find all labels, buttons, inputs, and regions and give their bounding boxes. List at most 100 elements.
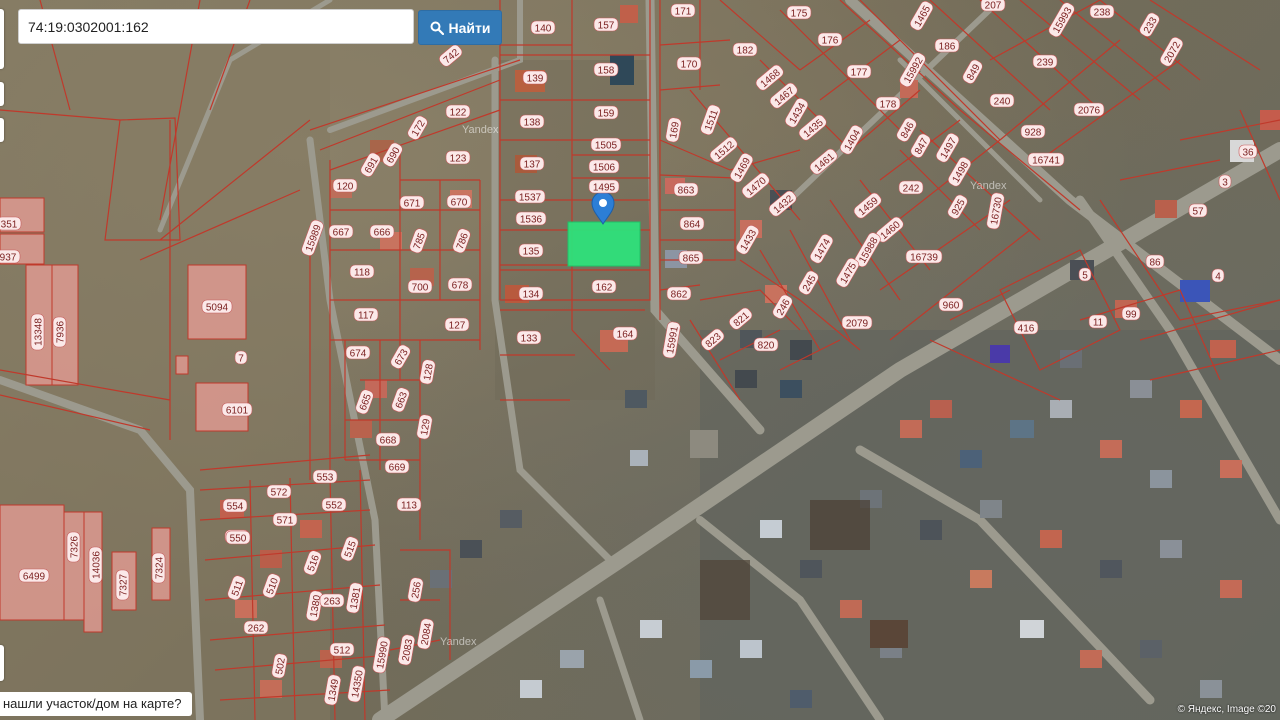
- parcel-label-207[interactable]: 207: [980, 0, 1006, 12]
- parcel-label-133[interactable]: 133: [516, 330, 542, 345]
- parcel-label-256[interactable]: 256: [407, 577, 424, 603]
- parcel-label-36[interactable]: 36: [1238, 144, 1258, 159]
- parcel-label-15993[interactable]: 15993: [1047, 1, 1077, 39]
- parcel-label-113[interactable]: 113: [396, 497, 422, 512]
- parcel-label-7324[interactable]: 7324: [151, 552, 166, 584]
- parcel-label-2072[interactable]: 2072: [1158, 36, 1185, 69]
- parcel-label-158[interactable]: 158: [593, 62, 619, 77]
- parcel-label-238[interactable]: 238: [1089, 4, 1115, 19]
- parcel-label-233[interactable]: 233: [1138, 11, 1162, 39]
- parcel-label-3[interactable]: 3: [1218, 174, 1232, 189]
- parcel-label-172[interactable]: 172: [406, 114, 430, 142]
- parcel-label-416[interactable]: 416: [1013, 320, 1039, 335]
- parcel-label-7326[interactable]: 7326: [66, 531, 81, 563]
- parcel-label-14036[interactable]: 14036: [88, 546, 103, 584]
- parcel-label-1475[interactable]: 1475: [834, 257, 861, 290]
- parcel-label-2084[interactable]: 2084: [416, 618, 436, 650]
- parcel-label-678[interactable]: 678: [447, 277, 473, 292]
- parcel-label-1465[interactable]: 1465: [908, 0, 935, 32]
- parcel-label-127[interactable]: 127: [444, 317, 470, 332]
- parcel-label-2076[interactable]: 2076: [1073, 102, 1105, 117]
- parcel-label-7936[interactable]: 7936: [52, 316, 67, 348]
- parcel-label-849[interactable]: 849: [961, 58, 985, 86]
- parcel-label-669[interactable]: 669: [384, 459, 410, 474]
- parcel-label-937[interactable]: 937: [0, 249, 21, 264]
- parcel-label-16741[interactable]: 16741: [1027, 152, 1065, 167]
- parcel-label-1459[interactable]: 1459: [852, 191, 884, 221]
- parcel-label-512[interactable]: 512: [329, 642, 355, 657]
- search-button[interactable]: Найти: [418, 10, 502, 45]
- parcel-label-240[interactable]: 240: [989, 93, 1015, 108]
- parcel-label-2083[interactable]: 2083: [397, 634, 417, 666]
- parcel-label-846[interactable]: 846: [895, 116, 919, 144]
- parcel-label-157[interactable]: 157: [593, 17, 619, 32]
- parcel-label-864[interactable]: 864: [679, 216, 705, 231]
- parcel-label-666[interactable]: 666: [369, 224, 395, 239]
- parcel-label-182[interactable]: 182: [732, 42, 758, 57]
- layer-control-tab[interactable]: [0, 9, 4, 69]
- parcel-label-700[interactable]: 700: [407, 279, 433, 294]
- selected-parcel-highlight[interactable]: [567, 221, 641, 267]
- parcel-label-673[interactable]: 673: [389, 343, 413, 371]
- zoom-out-tab[interactable]: [0, 118, 4, 142]
- parcel-label-742[interactable]: 742: [437, 43, 464, 69]
- parcel-label-15990[interactable]: 15990: [372, 636, 392, 674]
- parcel-label-14350[interactable]: 14350: [347, 665, 367, 703]
- parcel-label-169[interactable]: 169: [665, 117, 682, 143]
- parcel-label-159[interactable]: 159: [593, 105, 619, 120]
- parcel-label-239[interactable]: 239: [1032, 54, 1058, 69]
- parcel-label-351[interactable]: 351: [0, 216, 22, 231]
- parcel-label-674[interactable]: 674: [345, 345, 371, 360]
- cadastral-search-input[interactable]: [18, 9, 414, 44]
- parcel-label-99[interactable]: 99: [1121, 306, 1141, 321]
- parcel-label-186[interactable]: 186: [934, 38, 960, 53]
- parcel-label-1495[interactable]: 1495: [588, 179, 620, 194]
- parcel-label-16739[interactable]: 16739: [905, 249, 943, 264]
- parcel-label-554[interactable]: 554: [222, 498, 248, 513]
- parcel-label-820[interactable]: 820: [753, 337, 779, 352]
- parcel-label-140[interactable]: 140: [530, 20, 556, 35]
- parcel-label-123[interactable]: 123: [445, 150, 471, 165]
- parcel-label-667[interactable]: 667: [328, 224, 354, 239]
- parcel-label-139[interactable]: 139: [522, 70, 548, 85]
- parcel-label-263[interactable]: 263: [319, 593, 345, 608]
- parcel-label-671[interactable]: 671: [399, 195, 425, 210]
- parcel-label-821[interactable]: 821: [727, 306, 754, 332]
- parcel-label-928[interactable]: 928: [1020, 124, 1046, 139]
- parcel-label-572[interactable]: 572: [266, 484, 292, 499]
- parcel-label-262[interactable]: 262: [243, 620, 269, 635]
- parcel-label-1461[interactable]: 1461: [808, 147, 840, 177]
- parcel-label-170[interactable]: 170: [676, 56, 702, 71]
- parcel-label-1381[interactable]: 1381: [345, 582, 365, 614]
- parcel-label-1537[interactable]: 1537: [514, 189, 546, 204]
- parcel-label-11[interactable]: 11: [1088, 314, 1108, 329]
- parcel-label-245[interactable]: 245: [797, 269, 821, 297]
- parcel-label-550[interactable]: 550: [225, 530, 251, 545]
- parcel-label-665[interactable]: 665: [354, 388, 375, 415]
- parcel-label-117[interactable]: 117: [353, 307, 379, 322]
- parcel-label-13348[interactable]: 13348: [30, 313, 45, 351]
- parcel-label-122[interactable]: 122: [445, 104, 471, 119]
- parcel-label-134[interactable]: 134: [518, 286, 544, 301]
- parcel-label-863[interactable]: 863: [673, 182, 699, 197]
- parcel-label-177[interactable]: 177: [846, 64, 872, 79]
- parcel-label-571[interactable]: 571: [272, 512, 298, 527]
- parcel-label-663[interactable]: 663: [390, 386, 411, 413]
- parcel-label-4[interactable]: 4: [1211, 268, 1225, 283]
- parcel-label-1433[interactable]: 1433: [734, 224, 761, 257]
- parcel-label-138[interactable]: 138: [519, 114, 545, 129]
- parcel-label-553[interactable]: 553: [312, 469, 338, 484]
- parcel-label-135[interactable]: 135: [518, 243, 544, 258]
- parcel-label-128[interactable]: 128: [419, 359, 436, 385]
- parcel-label-865[interactable]: 865: [678, 250, 704, 265]
- help-link[interactable]: нашли участок/дом на карте?: [0, 692, 192, 716]
- zoom-in-tab[interactable]: [0, 82, 4, 106]
- parcel-label-960[interactable]: 960: [938, 297, 964, 312]
- parcel-label-86[interactable]: 86: [1145, 254, 1165, 269]
- cadastral-overlay[interactable]: 140 157 171 175 1465 207 15993 238 233 742 139 158 1…: [0, 0, 1280, 720]
- parcel-label-129[interactable]: 129: [416, 414, 433, 440]
- parcel-label-1505[interactable]: 1505: [590, 137, 622, 152]
- satellite-map[interactable]: 140 157 171 175 1465 207 15993 238 233 742 139 158 1…: [0, 0, 1280, 720]
- parcel-label-6499[interactable]: 6499: [18, 568, 50, 583]
- parcel-label-6101[interactable]: 6101: [221, 402, 253, 417]
